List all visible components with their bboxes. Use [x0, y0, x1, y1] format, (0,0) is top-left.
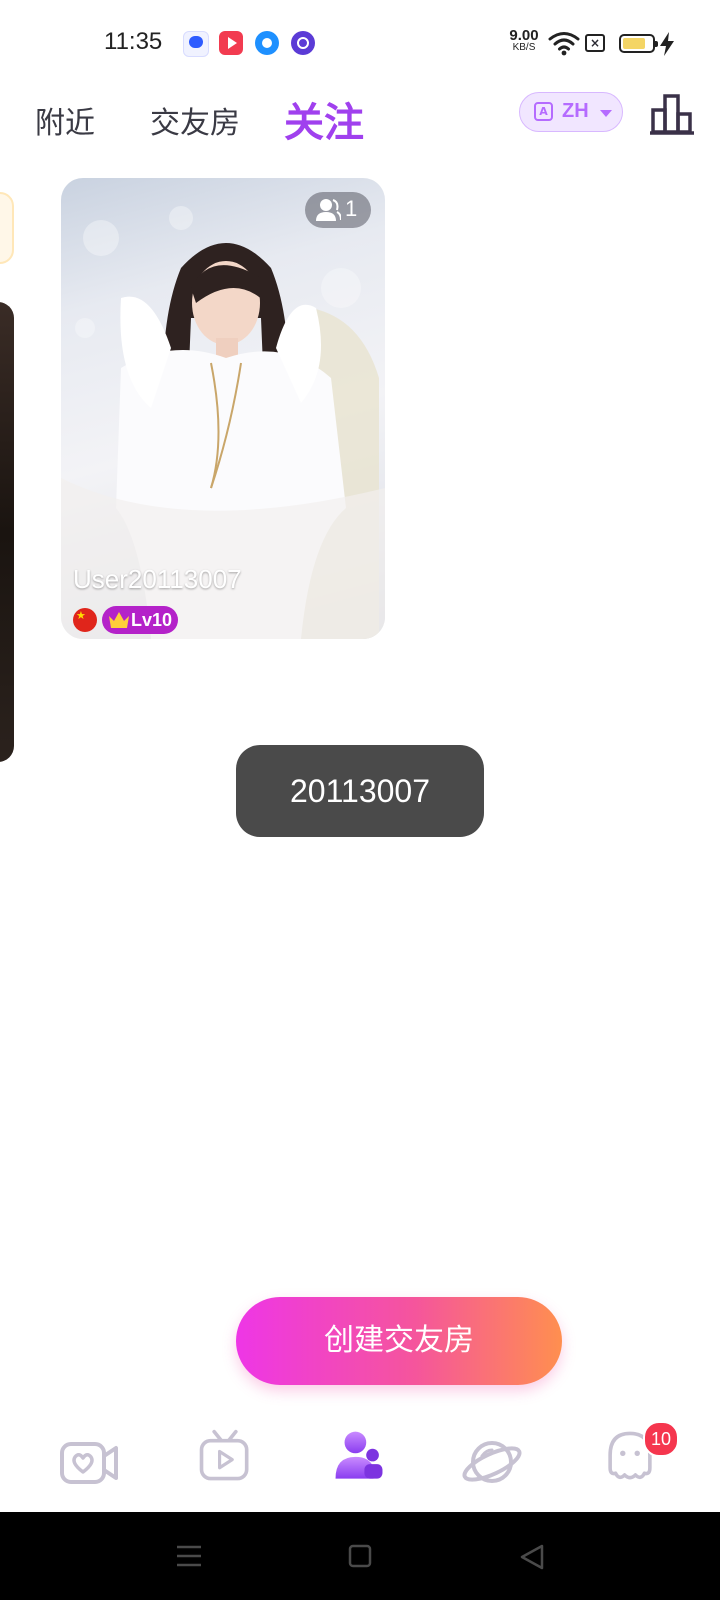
- top-tab-bar: 附近 交友房 关注 A ZH: [0, 88, 720, 158]
- language-selector[interactable]: A ZH: [519, 92, 623, 132]
- status-bar: 11:35 9.00 KB/S ×: [0, 0, 720, 88]
- battery-icon: [619, 34, 658, 53]
- level-text: Lv10: [131, 610, 173, 630]
- tv-play-icon[interactable]: [193, 1428, 257, 1484]
- tab-friend-rooms[interactable]: 交友房: [150, 98, 240, 142]
- viewer-count: 1: [345, 196, 358, 221]
- tab-nearby[interactable]: 附近: [35, 98, 95, 142]
- previous-card-peek[interactable]: [0, 192, 14, 264]
- message-count-badge: 10: [643, 1421, 679, 1457]
- previous-room-card-peek[interactable]: [0, 302, 14, 762]
- home-icon[interactable]: [348, 1544, 372, 1568]
- qq-browser-icon: [255, 31, 279, 55]
- translate-icon: A: [534, 102, 553, 121]
- crown-icon: [109, 612, 129, 628]
- network-speed-value: 9.00: [509, 27, 539, 44]
- system-nav-bar: [0, 1512, 720, 1600]
- charging-icon: [660, 32, 674, 56]
- video-heart-icon[interactable]: [56, 1434, 120, 1490]
- level-badge: Lv10: [102, 606, 178, 634]
- battery-fill: [623, 38, 646, 49]
- no-sim-icon: ×: [585, 34, 605, 52]
- toast-message: 20113007: [236, 745, 484, 837]
- wifi-icon: [548, 32, 580, 56]
- bottom-nav-bar: [0, 1412, 720, 1512]
- friends-icon[interactable]: [327, 1428, 391, 1484]
- status-time: 11:35: [104, 28, 163, 55]
- video-app-icon: [219, 31, 243, 55]
- back-icon[interactable]: [520, 1544, 544, 1570]
- leaderboard-icon[interactable]: [650, 92, 696, 136]
- users-icon: [316, 199, 341, 221]
- baidu-icon: [183, 31, 209, 57]
- vpn-icon: [291, 31, 315, 55]
- recents-icon[interactable]: [176, 1544, 202, 1568]
- language-code: ZH: [562, 100, 589, 122]
- tab-following[interactable]: 关注: [284, 90, 364, 148]
- room-card[interactable]: 1 User20113007 ★ Lv10: [61, 178, 385, 639]
- china-flag-icon: ★: [73, 608, 97, 632]
- room-username: User20113007: [73, 564, 242, 594]
- network-speed: 9.00 KB/S: [505, 27, 543, 54]
- create-room-button[interactable]: 创建交友房: [236, 1297, 562, 1385]
- planet-icon[interactable]: [460, 1434, 524, 1490]
- viewer-count-badge: 1: [305, 192, 371, 228]
- caret-down-icon: [600, 110, 612, 117]
